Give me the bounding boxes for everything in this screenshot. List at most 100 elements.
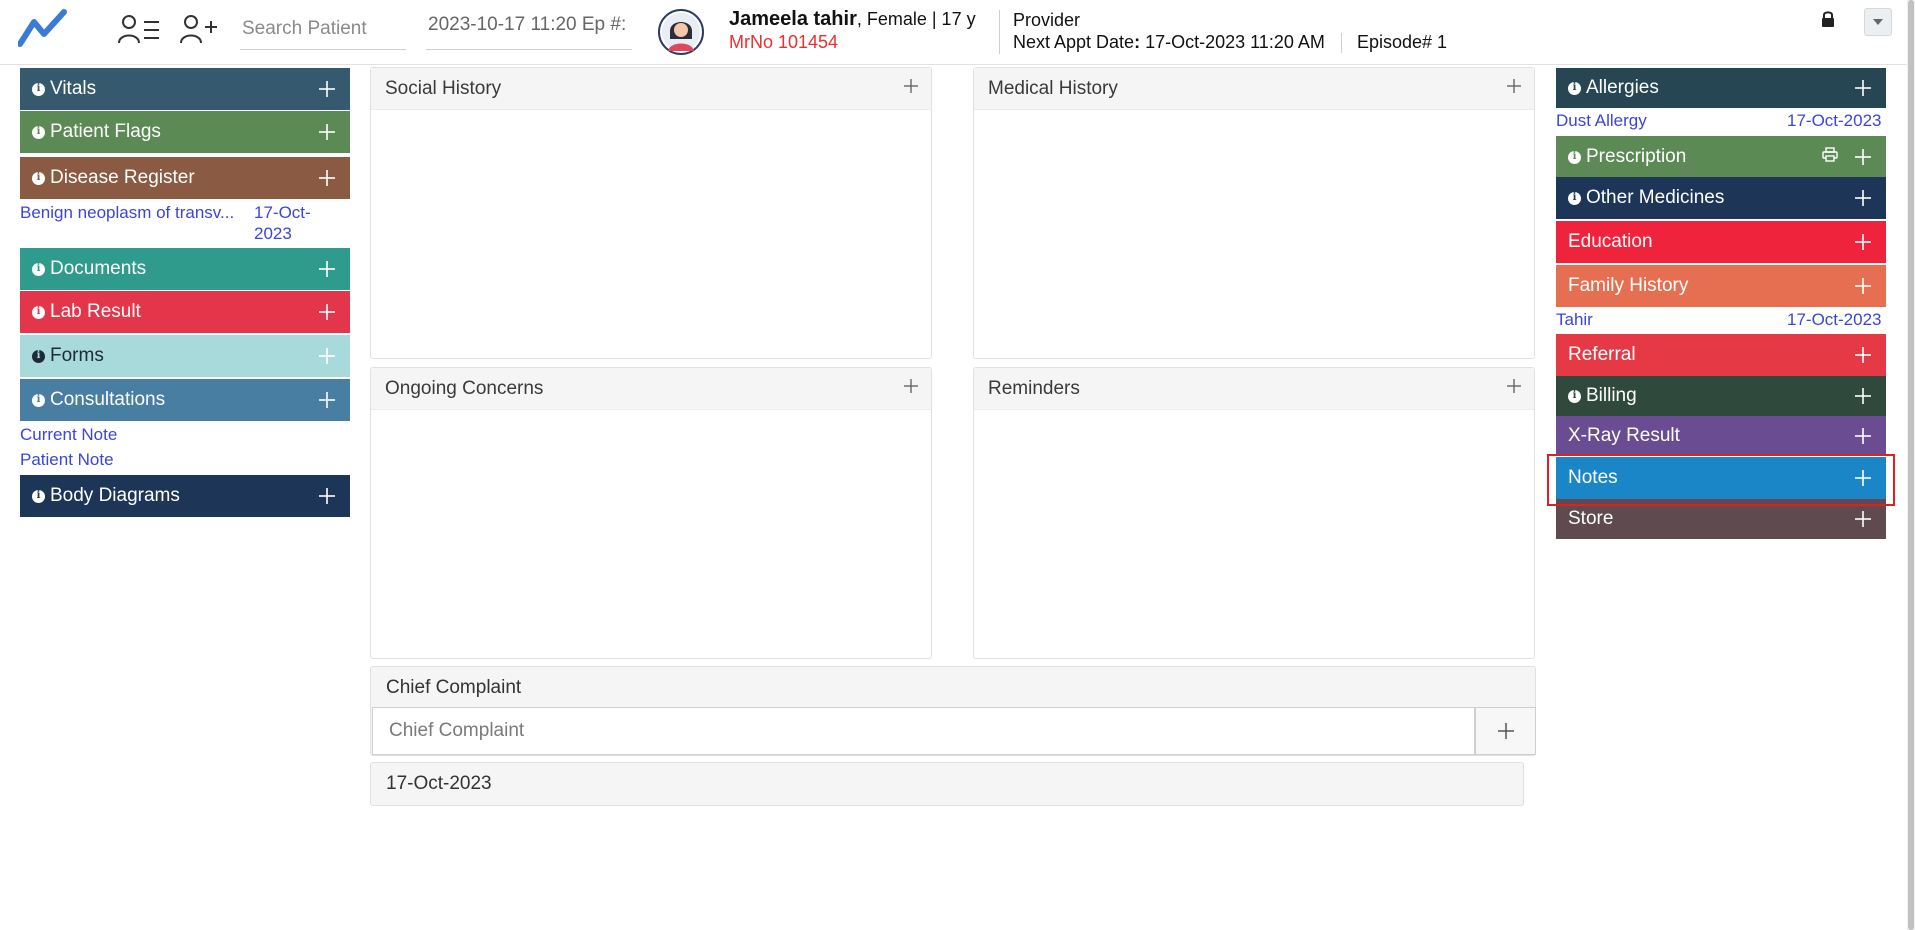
episode-date-field[interactable]: 2023-10-17 11:20 Ep #: bbox=[426, 8, 632, 50]
info-icon[interactable]: i bbox=[32, 82, 45, 96]
info-icon[interactable]: i bbox=[32, 171, 45, 185]
consultations-panel[interactable]: i Consultations bbox=[20, 379, 350, 421]
plus-icon[interactable] bbox=[318, 391, 336, 409]
app-logo[interactable] bbox=[17, 8, 68, 48]
patient-list-icon[interactable] bbox=[114, 8, 164, 50]
next-appt-value: 17-Oct-2023 11:20 AM bbox=[1140, 32, 1325, 52]
billing-panel[interactable]: i Billing bbox=[1556, 376, 1886, 416]
allergies-label: Allergies bbox=[1586, 77, 1659, 98]
add-chief-complaint-button[interactable] bbox=[1475, 707, 1536, 755]
patient-note-link[interactable]: Patient Note bbox=[20, 450, 114, 470]
info-icon[interactable]: i bbox=[32, 125, 45, 139]
referral-label: Referral bbox=[1568, 344, 1636, 365]
family-item-link[interactable]: Tahir bbox=[1556, 310, 1593, 330]
next-appointment: Next Appt Date: 17-Oct-2023 11:20 AM bbox=[1013, 32, 1325, 53]
plus-icon[interactable] bbox=[318, 169, 336, 187]
plus-icon[interactable] bbox=[318, 123, 336, 141]
lock-icon[interactable] bbox=[1820, 10, 1838, 30]
plus-icon[interactable] bbox=[1854, 387, 1872, 405]
ongoing-concerns-card: Ongoing Concerns bbox=[370, 367, 932, 659]
header-dropdown-button[interactable] bbox=[1864, 8, 1892, 36]
family-history-panel[interactable]: Family History bbox=[1556, 265, 1886, 307]
info-icon[interactable]: i bbox=[32, 305, 45, 319]
xray-result-panel[interactable]: X-Ray Result bbox=[1556, 416, 1886, 456]
print-icon[interactable] bbox=[1822, 146, 1838, 168]
store-panel[interactable]: Store bbox=[1556, 499, 1886, 539]
body-diagrams-panel[interactable]: i Body Diagrams bbox=[20, 475, 350, 517]
reminders-title: Reminders bbox=[988, 377, 1080, 399]
info-icon[interactable]: i bbox=[1568, 81, 1581, 95]
top-bar: 2023-10-17 11:20 Ep #: Jameela tahir, Fe… bbox=[0, 0, 1915, 65]
patient-flags-label: Patient Flags bbox=[50, 121, 161, 142]
chief-complaint-title: Chief Complaint bbox=[386, 677, 522, 698]
info-icon[interactable]: i bbox=[1568, 389, 1581, 403]
education-panel[interactable]: Education bbox=[1556, 221, 1886, 263]
info-icon[interactable]: i bbox=[32, 393, 45, 407]
plus-icon[interactable] bbox=[1854, 469, 1872, 487]
ongoing-concerns-title: Ongoing Concerns bbox=[385, 377, 544, 399]
plus-icon[interactable] bbox=[1854, 79, 1872, 97]
plus-icon[interactable] bbox=[318, 347, 336, 365]
page-scrollbar-thumb[interactable] bbox=[1908, 0, 1914, 930]
plus-icon[interactable] bbox=[1854, 277, 1872, 295]
patient-flags-panel[interactable]: i Patient Flags bbox=[20, 111, 350, 153]
notes-label: Notes bbox=[1568, 467, 1618, 488]
plus-icon[interactable] bbox=[1506, 378, 1522, 400]
chief-complaint-section: Chief Complaint bbox=[370, 666, 1536, 756]
plus-icon[interactable] bbox=[318, 260, 336, 278]
header-divider bbox=[1341, 33, 1342, 53]
documents-panel[interactable]: i Documents bbox=[20, 248, 350, 290]
consultations-label: Consultations bbox=[50, 389, 166, 410]
info-icon[interactable]: i bbox=[32, 262, 45, 276]
xray-result-label: X-Ray Result bbox=[1568, 425, 1680, 446]
disease-register-label: Disease Register bbox=[50, 167, 195, 188]
other-medicines-panel[interactable]: i Other Medicines bbox=[1556, 177, 1886, 219]
lab-result-panel[interactable]: i Lab Result bbox=[20, 291, 350, 333]
allergy-item-link[interactable]: Dust Allergy bbox=[1556, 111, 1647, 131]
allergies-panel[interactable]: i Allergies bbox=[1556, 68, 1886, 108]
episode-number: Episode# 1 bbox=[1357, 32, 1448, 52]
info-icon[interactable]: i bbox=[32, 489, 45, 503]
disease-item-date-line2: 2023 bbox=[254, 224, 292, 243]
plus-icon[interactable] bbox=[318, 80, 336, 98]
plus-icon[interactable] bbox=[1854, 346, 1872, 364]
header-divider bbox=[999, 10, 1000, 54]
patient-name: Jameela tahir bbox=[729, 8, 857, 30]
plus-icon[interactable] bbox=[1854, 233, 1872, 251]
search-patient-input[interactable] bbox=[240, 8, 406, 50]
provider-label: Provider bbox=[1013, 10, 1081, 30]
documents-label: Documents bbox=[50, 258, 147, 279]
referral-panel[interactable]: Referral bbox=[1556, 334, 1886, 376]
next-appt-label: Next Appt Date bbox=[1013, 32, 1135, 52]
info-icon[interactable]: i bbox=[1568, 150, 1581, 164]
forms-label: Forms bbox=[50, 345, 104, 366]
current-note-link[interactable]: Current Note bbox=[20, 425, 117, 445]
social-history-card: Social History bbox=[370, 67, 932, 359]
disease-register-panel[interactable]: i Disease Register bbox=[20, 157, 350, 199]
caret-down-icon bbox=[1873, 19, 1883, 25]
patient-name-line: Jameela tahir, Female | 17 y bbox=[729, 8, 976, 31]
plus-icon[interactable] bbox=[903, 378, 919, 400]
plus-icon[interactable] bbox=[1854, 510, 1872, 528]
plus-icon[interactable] bbox=[1854, 427, 1872, 445]
plus-icon[interactable] bbox=[318, 303, 336, 321]
info-icon[interactable]: i bbox=[1568, 191, 1581, 205]
reminders-card: Reminders bbox=[973, 367, 1535, 659]
plus-icon[interactable] bbox=[318, 487, 336, 505]
billing-label: Billing bbox=[1586, 385, 1637, 406]
disease-item-link[interactable]: Benign neoplasm of transv... bbox=[20, 203, 234, 223]
prescription-label: Prescription bbox=[1586, 146, 1687, 167]
vitals-label: Vitals bbox=[50, 78, 97, 99]
forms-panel[interactable]: i Forms bbox=[20, 335, 350, 377]
plus-icon[interactable] bbox=[1854, 148, 1872, 166]
add-patient-icon[interactable] bbox=[174, 8, 224, 50]
plus-icon[interactable] bbox=[903, 78, 919, 100]
chief-complaint-input[interactable] bbox=[372, 707, 1475, 755]
plus-icon[interactable] bbox=[1854, 189, 1872, 207]
info-icon[interactable]: i bbox=[32, 349, 45, 363]
plus-icon[interactable] bbox=[1506, 78, 1522, 100]
prescription-panel[interactable]: i Prescription bbox=[1556, 136, 1886, 178]
notes-panel[interactable]: Notes bbox=[1556, 457, 1886, 499]
vitals-panel[interactable]: i Vitals bbox=[20, 68, 350, 110]
medical-history-title: Medical History bbox=[988, 77, 1118, 99]
